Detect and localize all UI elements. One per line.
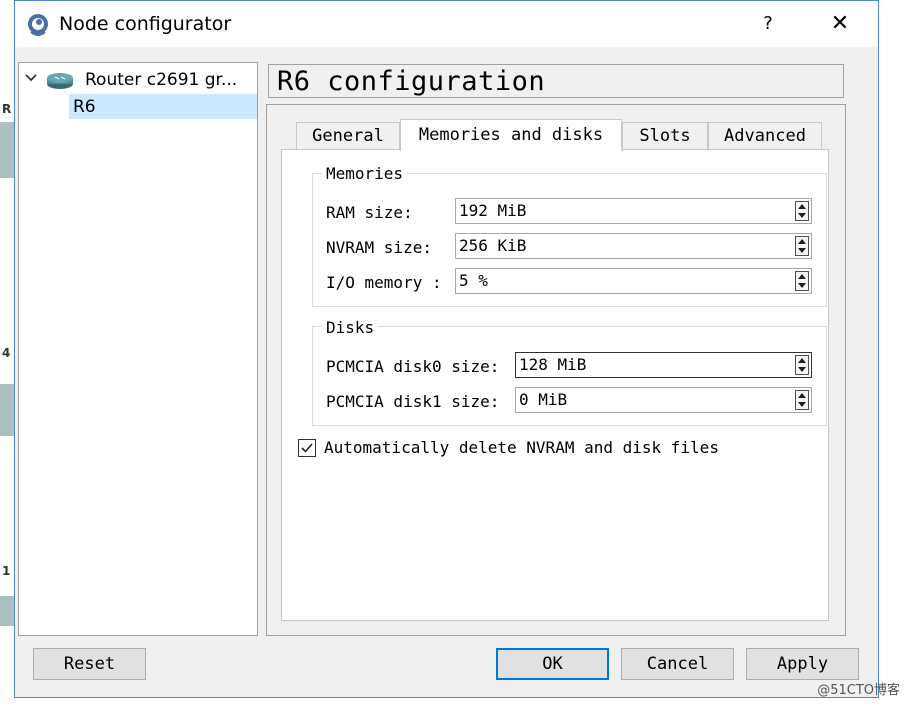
background-label: 1 [2, 564, 11, 578]
node-tree[interactable]: Router c2691 gr... R6 [18, 62, 258, 636]
ram-size-value: 192 MiB [459, 201, 527, 220]
title-bar[interactable]: Node configurator ? ✕ [15, 1, 878, 47]
spin-arrows-icon[interactable] [795, 201, 809, 221]
tab-memories-and-disks[interactable]: Memories and disks [400, 119, 622, 151]
window-title: Node configurator [59, 13, 232, 35]
background-label: R [2, 102, 12, 116]
spin-arrows-icon[interactable] [795, 355, 809, 375]
ram-size-spinbox[interactable]: 192 MiB [455, 198, 812, 224]
help-button[interactable]: ? [753, 9, 783, 39]
disk0-size-value: 128 MiB [519, 355, 587, 374]
background-label: 4 [2, 346, 11, 360]
io-memory-spinbox[interactable]: 5 % [455, 268, 812, 294]
disk0-size-spinbox[interactable]: 128 MiB [515, 352, 812, 378]
background-device-icon [0, 384, 14, 436]
tree-item-label: Router c2691 gr... [85, 70, 238, 90]
checkmark-icon [301, 443, 313, 453]
nvram-size-value: 256 KiB [459, 236, 527, 255]
app-logo-icon [28, 14, 48, 36]
cancel-button[interactable]: Cancel [621, 648, 734, 680]
page-title: R6 configuration [277, 66, 546, 97]
close-button[interactable]: ✕ [823, 9, 857, 39]
ok-button[interactable]: OK [496, 648, 609, 680]
auto-delete-label[interactable]: Automatically delete NVRAM and disk file… [324, 438, 719, 457]
disks-group-title: Disks [322, 318, 379, 337]
tree-item-r6[interactable]: R6 [69, 94, 257, 119]
disk0-size-label: PCMCIA disk0 size: [326, 357, 500, 376]
spin-arrows-icon[interactable] [795, 271, 809, 291]
background-device-icon [0, 596, 14, 626]
nvram-size-label: NVRAM size: [326, 238, 432, 257]
auto-delete-checkbox[interactable] [298, 439, 316, 457]
tab-slots[interactable]: Slots [622, 122, 708, 150]
tree-item-router-group[interactable]: Router c2691 gr... [19, 67, 257, 93]
router-icon [47, 73, 73, 89]
disk1-size-label: PCMCIA disk1 size: [326, 392, 500, 411]
disk1-size-spinbox[interactable]: 0 MiB [515, 387, 812, 413]
page-title-box: R6 configuration [268, 64, 844, 98]
tab-general[interactable]: General [296, 122, 400, 150]
tab-advanced[interactable]: Advanced [708, 122, 822, 150]
reset-button[interactable]: Reset [33, 648, 146, 680]
chevron-down-icon[interactable] [25, 72, 37, 87]
watermark: @51CTO博客 [817, 683, 900, 698]
io-memory-value: 5 % [459, 271, 488, 290]
memories-group-title: Memories [322, 164, 408, 183]
tree-item-label: R6 [73, 97, 96, 117]
background-device-icon [0, 122, 14, 178]
ram-size-label: RAM size: [326, 203, 413, 222]
nvram-size-spinbox[interactable]: 256 KiB [455, 233, 812, 259]
io-memory-label: I/O memory : [326, 273, 442, 292]
spin-arrows-icon[interactable] [795, 390, 809, 410]
apply-button[interactable]: Apply [746, 648, 859, 680]
spin-arrows-icon[interactable] [795, 236, 809, 256]
disk1-size-value: 0 MiB [519, 390, 568, 409]
